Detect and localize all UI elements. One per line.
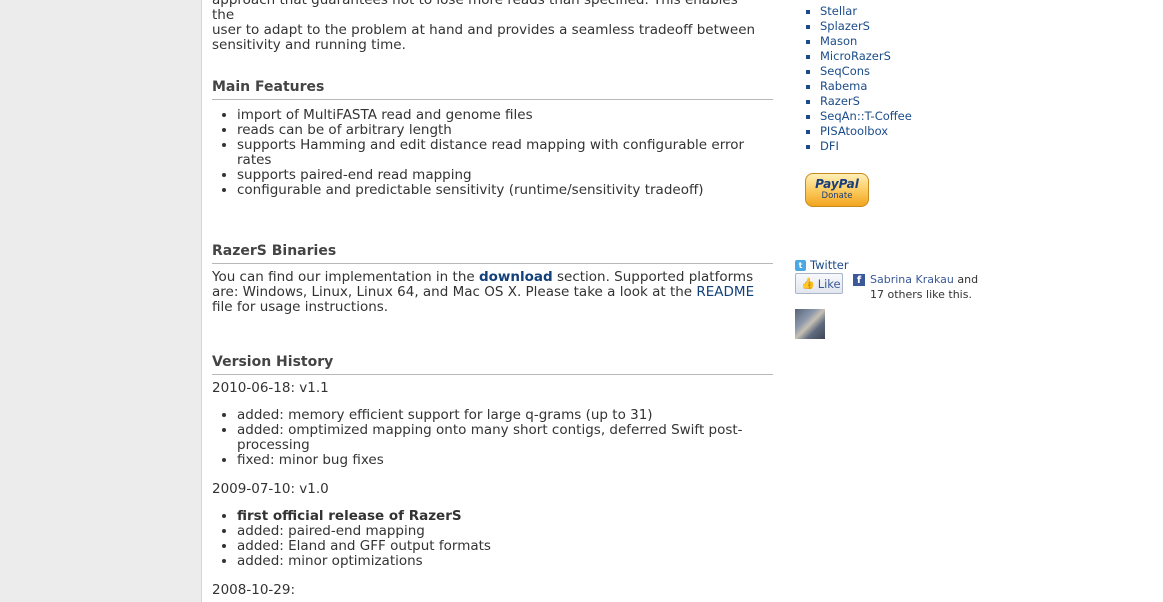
binaries-text: file for usage instructions.	[212, 299, 389, 315]
link-text[interactable]: SeqAn::T-Coffee	[820, 109, 912, 123]
sidebar-link-seqcons[interactable]: SeqCons	[820, 64, 912, 79]
list-item: configurable and predictable sensitivity…	[237, 183, 757, 198]
list-item: added: paired-end mapping	[237, 524, 757, 539]
link-text[interactable]: Rabema	[820, 79, 867, 93]
sidebar-link-pisatoolbox[interactable]: PISAtoolbox	[820, 124, 912, 139]
binaries-heading: RazerS Binaries	[212, 243, 773, 264]
facebook-icon: f	[853, 274, 865, 286]
sidebar-link-rabema[interactable]: Rabema	[820, 79, 912, 94]
paypal-logo: PayPal	[815, 177, 859, 191]
version-list: first official release of RazerS added: …	[212, 509, 757, 569]
readme-link[interactable]: README	[696, 284, 754, 300]
list-item: first official release of RazerS	[237, 509, 757, 524]
twitter-icon: t	[795, 259, 806, 271]
list-item: added: minor optimizations	[237, 554, 757, 569]
sidebar-link-splazers[interactable]: SplazerS	[820, 19, 912, 34]
link-text[interactable]: SplazerS	[820, 19, 870, 33]
list-item: supports Hamming and edit distance read …	[237, 138, 757, 168]
sidebar-link-stellar[interactable]: Stellar	[820, 4, 912, 19]
version-label: 2009-07-10: v1.0	[212, 481, 329, 497]
fb-and-text: and	[953, 273, 979, 286]
list-item: import of MultiFASTA read and genome fil…	[237, 108, 757, 123]
main-features-heading: Main Features	[212, 79, 773, 100]
link-text[interactable]: SeqCons	[820, 64, 870, 78]
download-link[interactable]: download	[479, 269, 553, 285]
intro-line-2: user to adapt to the problem at hand and…	[212, 22, 756, 38]
paypal-donate-button[interactable]: PayPal Donate	[805, 173, 869, 207]
fb-others-text: 17 others like this.	[870, 288, 972, 301]
list-item: fixed: minor bug fixes	[237, 453, 757, 468]
sidebar: Stellar SplazerS Mason MicroRazerS SeqCo…	[783, 0, 1163, 602]
intro-paragraph: approach that guarantees not to lose mor…	[212, 0, 757, 53]
version-history-heading: Version History	[212, 354, 773, 375]
main-content: approach that guarantees not to lose mor…	[201, 0, 784, 602]
sidebar-link-mason[interactable]: Mason	[820, 34, 912, 49]
link-text[interactable]: RazerS	[820, 94, 860, 108]
version-list: added: memory efficient support for larg…	[212, 408, 757, 468]
list-item: added: omptimized mapping onto many shor…	[237, 423, 757, 453]
facebook-like-button[interactable]: 👍 Like	[795, 273, 843, 294]
link-text[interactable]: Mason	[820, 34, 857, 48]
like-label: Like	[817, 276, 841, 291]
list-item: added: memory efficient support for larg…	[237, 408, 757, 423]
link-text[interactable]: PISAtoolbox	[820, 124, 888, 138]
intro-line-3: sensitivity and running time.	[212, 37, 406, 53]
facebook-like-text: Sabrina Krakau and 17 others like this.	[870, 272, 1010, 302]
link-text[interactable]: DFI	[820, 139, 839, 153]
intro-line-1: approach that guarantees not to lose mor…	[212, 0, 738, 23]
sidebar-link-razers[interactable]: RazerS	[820, 94, 912, 109]
list-item: reads can be of arbitrary length	[237, 123, 757, 138]
sidebar-link-seqan-tcoffee[interactable]: SeqAn::T-Coffee	[820, 109, 912, 124]
facebook-user-link[interactable]: Sabrina Krakau	[870, 273, 954, 286]
thumbs-up-icon: 👍	[801, 277, 815, 290]
list-item: supports paired-end read mapping	[237, 168, 757, 183]
link-text[interactable]: MicroRazerS	[820, 49, 891, 63]
project-links: Stellar SplazerS Mason MicroRazerS SeqCo…	[806, 4, 912, 154]
twitter-label: Twitter	[810, 258, 849, 272]
binaries-paragraph: You can find our implementation in the d…	[212, 270, 757, 315]
sidebar-link-dfi[interactable]: DFI	[820, 139, 912, 154]
donate-label: Donate	[821, 191, 853, 201]
link-text[interactable]: Stellar	[820, 4, 857, 18]
twitter-link[interactable]: t Twitter	[795, 258, 849, 272]
main-features-list: import of MultiFASTA read and genome fil…	[212, 108, 757, 198]
sidebar-link-microrazers[interactable]: MicroRazerS	[820, 49, 912, 64]
list-item: added: Eland and GFF output formats	[237, 539, 757, 554]
version-label: 2008-10-29:	[212, 582, 296, 598]
avatar[interactable]	[795, 309, 825, 339]
binaries-text: You can find our implementation in the	[212, 269, 479, 285]
version-label: 2010-06-18: v1.1	[212, 380, 329, 396]
